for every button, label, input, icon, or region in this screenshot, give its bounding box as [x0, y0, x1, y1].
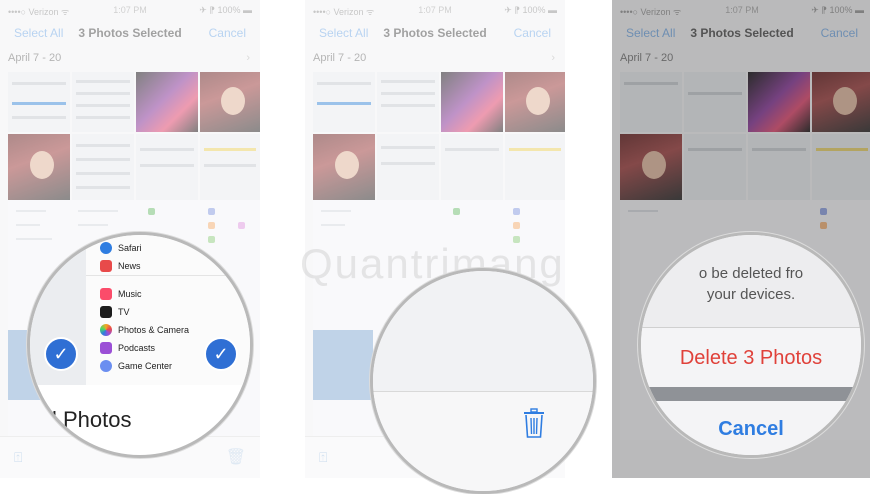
magnifier-share-sheet: Safari News Music TV Photos & Camera Pod…: [27, 232, 253, 458]
photos-caption: l Photos: [52, 407, 132, 432]
cancel-sheet-button[interactable]: Cancel: [641, 401, 861, 455]
trash-icon[interactable]: [523, 408, 545, 438]
magnifier-delete-sheet: o be deleted fro your devices. Delete 3 …: [638, 232, 864, 458]
share-item-label: Safari: [118, 243, 142, 253]
share-item-label: TV: [118, 307, 130, 317]
delete-photos-button[interactable]: Delete 3 Photos: [641, 327, 861, 387]
share-item-tv[interactable]: TV: [100, 303, 130, 321]
share-item-label: Game Center: [118, 361, 173, 371]
warning-line-1: o be deleted fro: [698, 265, 804, 282]
game-center-icon: [100, 360, 112, 372]
cancel-sheet-label: Cancel: [718, 418, 784, 440]
share-item-photos-camera[interactable]: Photos & Camera: [100, 321, 189, 339]
share-item-game-center[interactable]: Game Center: [100, 357, 172, 375]
share-item-news[interactable]: News: [100, 257, 141, 275]
share-item-podcasts[interactable]: Podcasts: [100, 339, 155, 357]
zoomed-bottom-toolbar: [373, 391, 593, 491]
share-item-label: News: [118, 261, 141, 271]
action-sheet-gap: [641, 387, 861, 401]
selected-check-icon[interactable]: ✓: [204, 337, 238, 371]
delete-warning-message: o be deleted fro your devices.: [641, 235, 861, 327]
safari-icon: [100, 242, 112, 254]
podcasts-icon: [100, 342, 112, 354]
zoomed-content-area: [373, 271, 593, 391]
music-icon: [100, 288, 112, 300]
photos-icon: [100, 324, 112, 336]
tv-icon: [100, 306, 112, 318]
delete-photos-label: Delete 3 Photos: [679, 347, 823, 369]
share-item-label: Photos & Camera: [118, 325, 190, 335]
warning-line-2: your devices.: [706, 286, 796, 303]
share-item-label: Podcasts: [118, 343, 156, 353]
share-item-safari[interactable]: Safari: [100, 239, 142, 257]
selected-check-icon[interactable]: ✓: [44, 337, 78, 371]
magnifier-trash-button: [370, 268, 596, 494]
share-item-label: Music: [118, 289, 142, 299]
news-icon: [100, 260, 112, 272]
share-item-music[interactable]: Music: [100, 285, 142, 303]
